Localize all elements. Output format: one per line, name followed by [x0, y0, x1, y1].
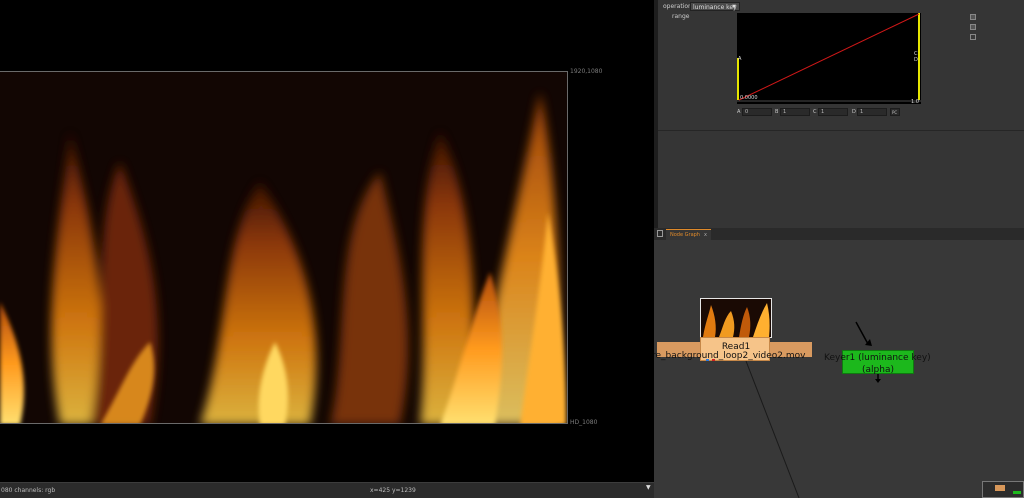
channel-indicator: [706, 359, 709, 361]
read-node-filename: re_background_loop2_video2.mov: [654, 351, 806, 361]
minimap-node: [1013, 491, 1021, 494]
operation-value: luminance key: [693, 4, 737, 11]
field-a-input[interactable]: 0: [742, 108, 772, 116]
cursor-coords: x=425 y=1239: [370, 487, 416, 494]
curve-origin-value: 0.0000: [740, 95, 758, 101]
properties-panel: operation luminance key ▼ range A C D 0.…: [658, 0, 1024, 228]
output-arrow-icon: [875, 379, 881, 383]
operation-dropdown[interactable]: luminance key ▼: [690, 2, 740, 11]
node-connections: [745, 321, 881, 498]
viewer-menu-arrow[interactable]: ▼: [646, 484, 651, 491]
curve-options-icon[interactable]: [970, 34, 976, 40]
field-d-label: D: [852, 109, 856, 115]
keyer-node-subtitle: (alpha): [862, 365, 894, 375]
operation-label: operation: [663, 3, 692, 10]
tab-node-graph-label: Node Graph: [670, 232, 700, 238]
read-node-thumbnail: [700, 298, 772, 338]
field-b-input[interactable]: 1: [780, 108, 810, 116]
field-c-label: C: [813, 109, 817, 115]
range-curve: [737, 13, 921, 102]
curve-label-d: D: [914, 57, 918, 63]
field-d-input[interactable]: 1: [857, 108, 887, 116]
curve-view-icon[interactable]: [970, 24, 976, 30]
range-label: range: [672, 13, 690, 20]
field-b-label: B: [775, 109, 779, 115]
minimap-node: [995, 485, 1005, 491]
pc-button[interactable]: PC: [890, 108, 900, 116]
curve-end-value: 1.0: [911, 99, 919, 105]
curve-label-a: A: [738, 56, 742, 62]
properties-divider: [658, 130, 1024, 131]
curve-reset-icon[interactable]: [970, 14, 976, 20]
close-icon[interactable]: x: [704, 232, 707, 238]
field-a-label: A: [737, 109, 741, 115]
read-output-pipe[interactable]: [745, 360, 800, 498]
field-c-input[interactable]: 1: [818, 108, 848, 116]
format-bottom-right-label: HD_1080: [570, 419, 598, 426]
chevron-down-icon: ▼: [732, 4, 736, 10]
range-curve-editor[interactable]: A C D 0.0000 1.0: [737, 13, 921, 105]
node-graph-tab-bar: Node Graph x: [654, 228, 1024, 240]
fire-image: [0, 72, 567, 423]
keyer-node-title: Keyer1 (luminance key): [824, 353, 931, 363]
panel-menu-icon[interactable]: [657, 230, 663, 237]
curve-line: [738, 13, 920, 101]
viewer-panel[interactable]: 1920,1080 HD_1080: [0, 0, 654, 498]
viewer-image-frame[interactable]: [0, 71, 568, 424]
tab-node-graph[interactable]: Node Graph x: [666, 229, 711, 240]
keyer-input-pipe[interactable]: [855, 321, 869, 345]
channel-info: 080 channels: rgb: [1, 487, 56, 494]
viewer-status-bar: 080 channels: rgb x=425 y=1239: [0, 482, 654, 498]
channel-indicator: [712, 359, 715, 361]
format-top-right-label: 1920,1080: [570, 68, 603, 75]
node-graph-minimap[interactable]: [982, 481, 1024, 498]
node-graph-canvas[interactable]: Read1 re_background_loop2_video2.mov Key…: [654, 240, 1024, 498]
